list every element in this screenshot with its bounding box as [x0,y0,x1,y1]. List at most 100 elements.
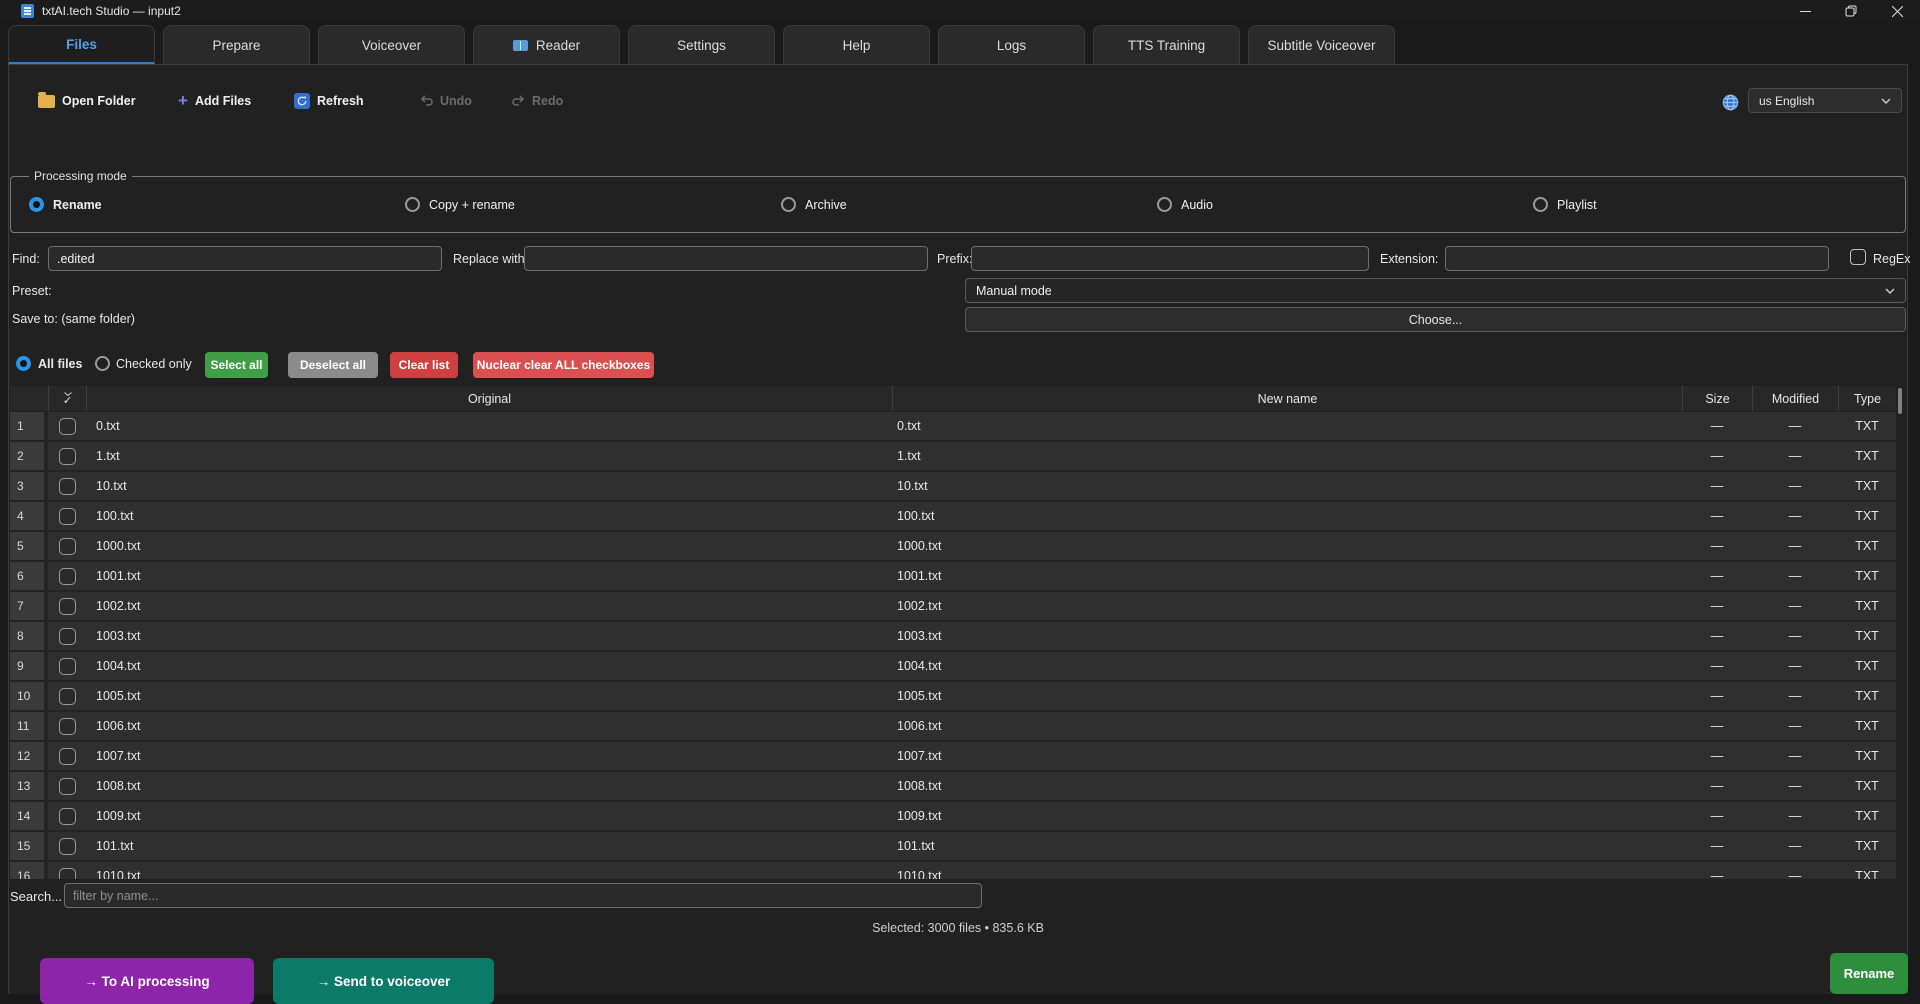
row-checkbox[interactable] [59,688,76,705]
table-row[interactable]: 16 1010.txt 1010.txt — — TXT [10,862,1896,879]
type-column-header[interactable]: Type [1838,386,1896,411]
tab-settings[interactable]: Settings [628,25,775,65]
deselect-all-button[interactable]: Deselect all [288,352,378,378]
radio-icon[interactable] [1533,197,1548,212]
radio-icon[interactable] [29,197,44,212]
original-name-cell: 1006.txt [86,712,892,740]
checked-only-radio[interactable] [95,356,110,371]
tab-reader[interactable]: Reader [473,25,620,65]
table-row[interactable]: 6 1001.txt 1001.txt — — TXT [10,562,1896,590]
choose-folder-button[interactable]: Choose... [965,307,1906,332]
mode-option-copy-rename[interactable]: Copy + rename [405,197,515,212]
new-name-cell: 1005.txt [892,682,1682,710]
rename-button[interactable]: Rename [1830,953,1908,994]
tab-logs[interactable]: Logs [938,25,1085,65]
tab-voiceover[interactable]: Voiceover [318,25,465,65]
mode-option-archive[interactable]: Archive [781,197,847,212]
table-row[interactable]: 5 1000.txt 1000.txt — — TXT [10,532,1896,560]
prefix-input[interactable] [971,246,1369,271]
nuclear-clear-button[interactable]: Nuclear clear ALL checkboxes [473,352,654,378]
table-row[interactable]: 13 1008.txt 1008.txt — — TXT [10,772,1896,800]
redo-button[interactable]: Redo [512,92,563,110]
table-row[interactable]: 2 1.txt 1.txt — — TXT [10,442,1896,470]
table-row[interactable]: 4 100.txt 100.txt — — TXT [10,502,1896,530]
table-row[interactable]: 9 1004.txt 1004.txt — — TXT [10,652,1896,680]
row-checkbox[interactable] [59,778,76,795]
row-checkbox[interactable] [59,838,76,855]
row-checkbox[interactable] [59,478,76,495]
selection-status: Selected: 3000 files • 835.6 KB [0,921,1916,935]
radio-icon[interactable] [781,197,796,212]
type-cell: TXT [1838,802,1896,830]
mode-option-audio[interactable]: Audio [1157,197,1213,212]
language-select[interactable]: us English [1748,88,1902,113]
table-row[interactable]: 11 1006.txt 1006.txt — — TXT [10,712,1896,740]
row-checkbox[interactable] [59,628,76,645]
table-row[interactable]: 8 1003.txt 1003.txt — — TXT [10,622,1896,650]
new-name-column-header[interactable]: New name [892,386,1682,411]
type-cell: TXT [1838,532,1896,560]
row-checkbox[interactable] [59,658,76,675]
title-bar: txtAI.tech Studio — input2 [0,0,1920,22]
original-column-header[interactable]: Original [86,386,892,411]
find-input[interactable] [48,246,442,271]
table-row[interactable]: 7 1002.txt 1002.txt — — TXT [10,592,1896,620]
row-number: 10 [10,682,48,710]
row-checkbox[interactable] [59,418,76,435]
minimize-button[interactable] [1782,0,1828,22]
globe-icon [1722,94,1739,116]
table-row[interactable]: 3 10.txt 10.txt — — TXT [10,472,1896,500]
tab-label: Logs [997,38,1026,53]
new-name-cell: 1007.txt [892,742,1682,770]
to-ai-processing-button[interactable]: → To AI processing [40,958,254,1004]
type-cell: TXT [1838,712,1896,740]
table-row[interactable]: 12 1007.txt 1007.txt — — TXT [10,742,1896,770]
row-checkbox[interactable] [59,448,76,465]
row-checkbox[interactable] [59,508,76,525]
modified-column-header[interactable]: Modified [1752,386,1838,411]
table-scrollbar[interactable] [1898,388,1902,414]
table-row[interactable]: 14 1009.txt 1009.txt — — TXT [10,802,1896,830]
tab-prepare[interactable]: Prepare [163,25,310,65]
table-row[interactable]: 15 101.txt 101.txt — — TXT [10,832,1896,860]
radio-icon[interactable] [405,197,420,212]
undo-button[interactable]: Undo [420,92,472,110]
tab-subtitle-voiceover[interactable]: Subtitle Voiceover [1248,25,1395,65]
tab-tts-training[interactable]: TTS Training [1093,25,1240,65]
radio-icon[interactable] [1157,197,1172,212]
mode-option-rename[interactable]: Rename [29,197,102,212]
preset-select[interactable]: Manual mode [965,278,1906,303]
replace-input[interactable] [524,246,928,271]
new-name-cell: 1008.txt [892,772,1682,800]
tab-help[interactable]: Help [783,25,930,65]
row-number: 12 [10,742,48,770]
row-checkbox[interactable] [59,718,76,735]
clear-list-button[interactable]: Clear list [390,352,458,378]
table-row[interactable]: 1 0.txt 0.txt — — TXT [10,412,1896,440]
row-checkbox[interactable] [59,538,76,555]
row-checkbox[interactable] [59,808,76,825]
mode-option-playlist[interactable]: Playlist [1533,197,1597,212]
size-cell: — [1682,742,1752,770]
open-folder-button[interactable]: Open Folder [38,92,136,110]
search-input[interactable] [64,883,982,908]
row-checkbox[interactable] [59,568,76,585]
extension-input[interactable] [1445,246,1829,271]
select-all-button[interactable]: Select all [205,352,268,378]
tab-files[interactable]: Files [8,25,155,65]
size-cell: — [1682,412,1752,440]
close-button[interactable] [1874,0,1920,22]
row-checkbox[interactable] [59,598,76,615]
check-column-header[interactable]: ✓ [48,386,86,411]
table-row[interactable]: 10 1005.txt 1005.txt — — TXT [10,682,1896,710]
regex-checkbox[interactable] [1850,249,1866,265]
all-files-radio[interactable] [16,356,31,371]
tab-label: Settings [677,38,726,53]
maximize-button[interactable] [1828,0,1874,22]
send-to-voiceover-button[interactable]: → Send to voiceover [273,958,494,1004]
row-checkbox[interactable] [59,748,76,765]
size-column-header[interactable]: Size [1682,386,1752,411]
add-files-button[interactable]: + Add Files [178,92,251,110]
row-checkbox[interactable] [59,868,76,880]
refresh-button[interactable]: Refresh [294,92,364,110]
